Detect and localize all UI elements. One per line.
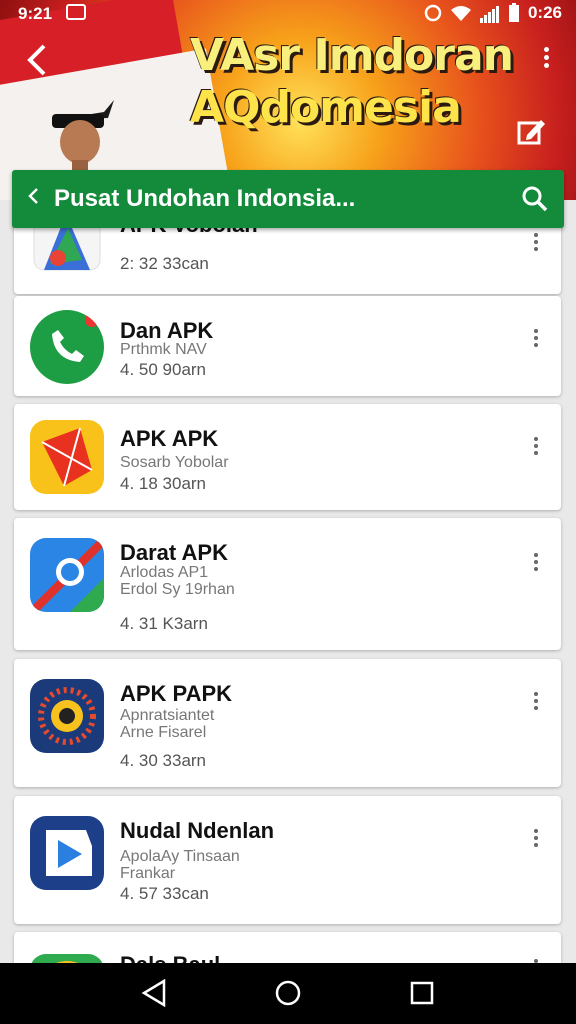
search-title: Pusat Undohan Indonsia... bbox=[54, 185, 356, 212]
app-subtitle: Arlodas AP1 Erdol Sy 19rhan bbox=[120, 564, 235, 598]
banner-title-line-1: VAsr Imdoran bbox=[190, 30, 514, 81]
status-time: 9:21 bbox=[18, 4, 53, 23]
item-menu-button[interactable] bbox=[530, 550, 542, 580]
status-bar: 9:21 0:26 bbox=[0, 0, 576, 28]
wifi-icon bbox=[450, 6, 471, 21]
app-meta: 4. 30 33arn bbox=[120, 751, 207, 770]
item-menu-button[interactable] bbox=[530, 230, 542, 260]
app-name: Darat APK bbox=[120, 540, 228, 565]
back-triangle-icon[interactable] bbox=[138, 977, 170, 1009]
edit-icon bbox=[517, 120, 545, 145]
chevron-left-icon[interactable] bbox=[26, 184, 40, 214]
item-menu-button[interactable] bbox=[530, 326, 542, 356]
signal-icon bbox=[479, 3, 500, 23]
edit-button[interactable] bbox=[515, 115, 547, 147]
app-name: APK APK bbox=[120, 426, 219, 451]
sun-icon bbox=[30, 679, 104, 753]
list-item[interactable]: Nudal Ndenlan ApolaAy Tinsaan Frankar 4.… bbox=[14, 796, 561, 924]
banner-title-line-2: AQdomesia bbox=[190, 82, 462, 133]
list-item[interactable]: Dan APK Prthmk NAV 4. 50 90arn bbox=[14, 296, 561, 396]
system-nav-bar bbox=[0, 963, 576, 1024]
alarm-icon bbox=[424, 4, 442, 22]
app-meta: 2: 32 33can bbox=[120, 254, 209, 273]
list-item[interactable]: Darat APK Arlodas AP1 Erdol Sy 19rhan 4.… bbox=[14, 518, 561, 650]
phone-icon bbox=[30, 310, 104, 384]
battery-icon bbox=[508, 3, 519, 22]
banner-title: VAsr Imdoran AQdomesia bbox=[190, 30, 520, 134]
kite-icon bbox=[30, 420, 104, 494]
compass-icon bbox=[30, 538, 104, 612]
chevron-left-icon bbox=[27, 44, 46, 76]
app-subtitle: Apnratsiantet Arne Fisarel bbox=[120, 707, 215, 741]
search-toolbar[interactable]: Pusat Undohan Indonsia... bbox=[12, 170, 564, 228]
notification-icon bbox=[66, 4, 86, 20]
back-button[interactable] bbox=[22, 40, 56, 80]
app-subtitle: Prthmk NAV bbox=[120, 341, 207, 358]
overflow-menu-button[interactable] bbox=[538, 44, 554, 80]
search-icon[interactable] bbox=[522, 186, 548, 212]
list-item[interactable]: APK PAPK Apnratsiantet Arne Fisarel 4. 3… bbox=[14, 659, 561, 787]
app-subtitle: ApolaAy Tinsaan Frankar bbox=[120, 848, 240, 882]
item-menu-button[interactable] bbox=[530, 689, 542, 719]
item-menu-button[interactable] bbox=[530, 434, 542, 464]
battery-time: 0:26 bbox=[527, 3, 562, 22]
app-meta: 4. 31 K3arn bbox=[120, 614, 208, 633]
status-icons: 0:26 bbox=[424, 3, 562, 23]
item-menu-button[interactable] bbox=[530, 826, 542, 856]
list-item[interactable]: APK APK Sosarb Yobolar 4. 18 30arn bbox=[14, 404, 561, 510]
app-name: APK PAPK bbox=[120, 681, 233, 706]
recents-square-icon[interactable] bbox=[406, 977, 438, 1009]
play-icon bbox=[30, 816, 104, 890]
app-meta: 4. 50 90arn bbox=[120, 360, 207, 379]
app-name: Nudal Ndenlan bbox=[120, 818, 275, 843]
app-meta: 4. 18 30arn bbox=[120, 474, 207, 493]
app-meta: 4. 57 33can bbox=[120, 884, 209, 903]
app-subtitle: Sosarb Yobolar bbox=[120, 454, 229, 471]
home-circle-icon[interactable] bbox=[272, 977, 304, 1009]
